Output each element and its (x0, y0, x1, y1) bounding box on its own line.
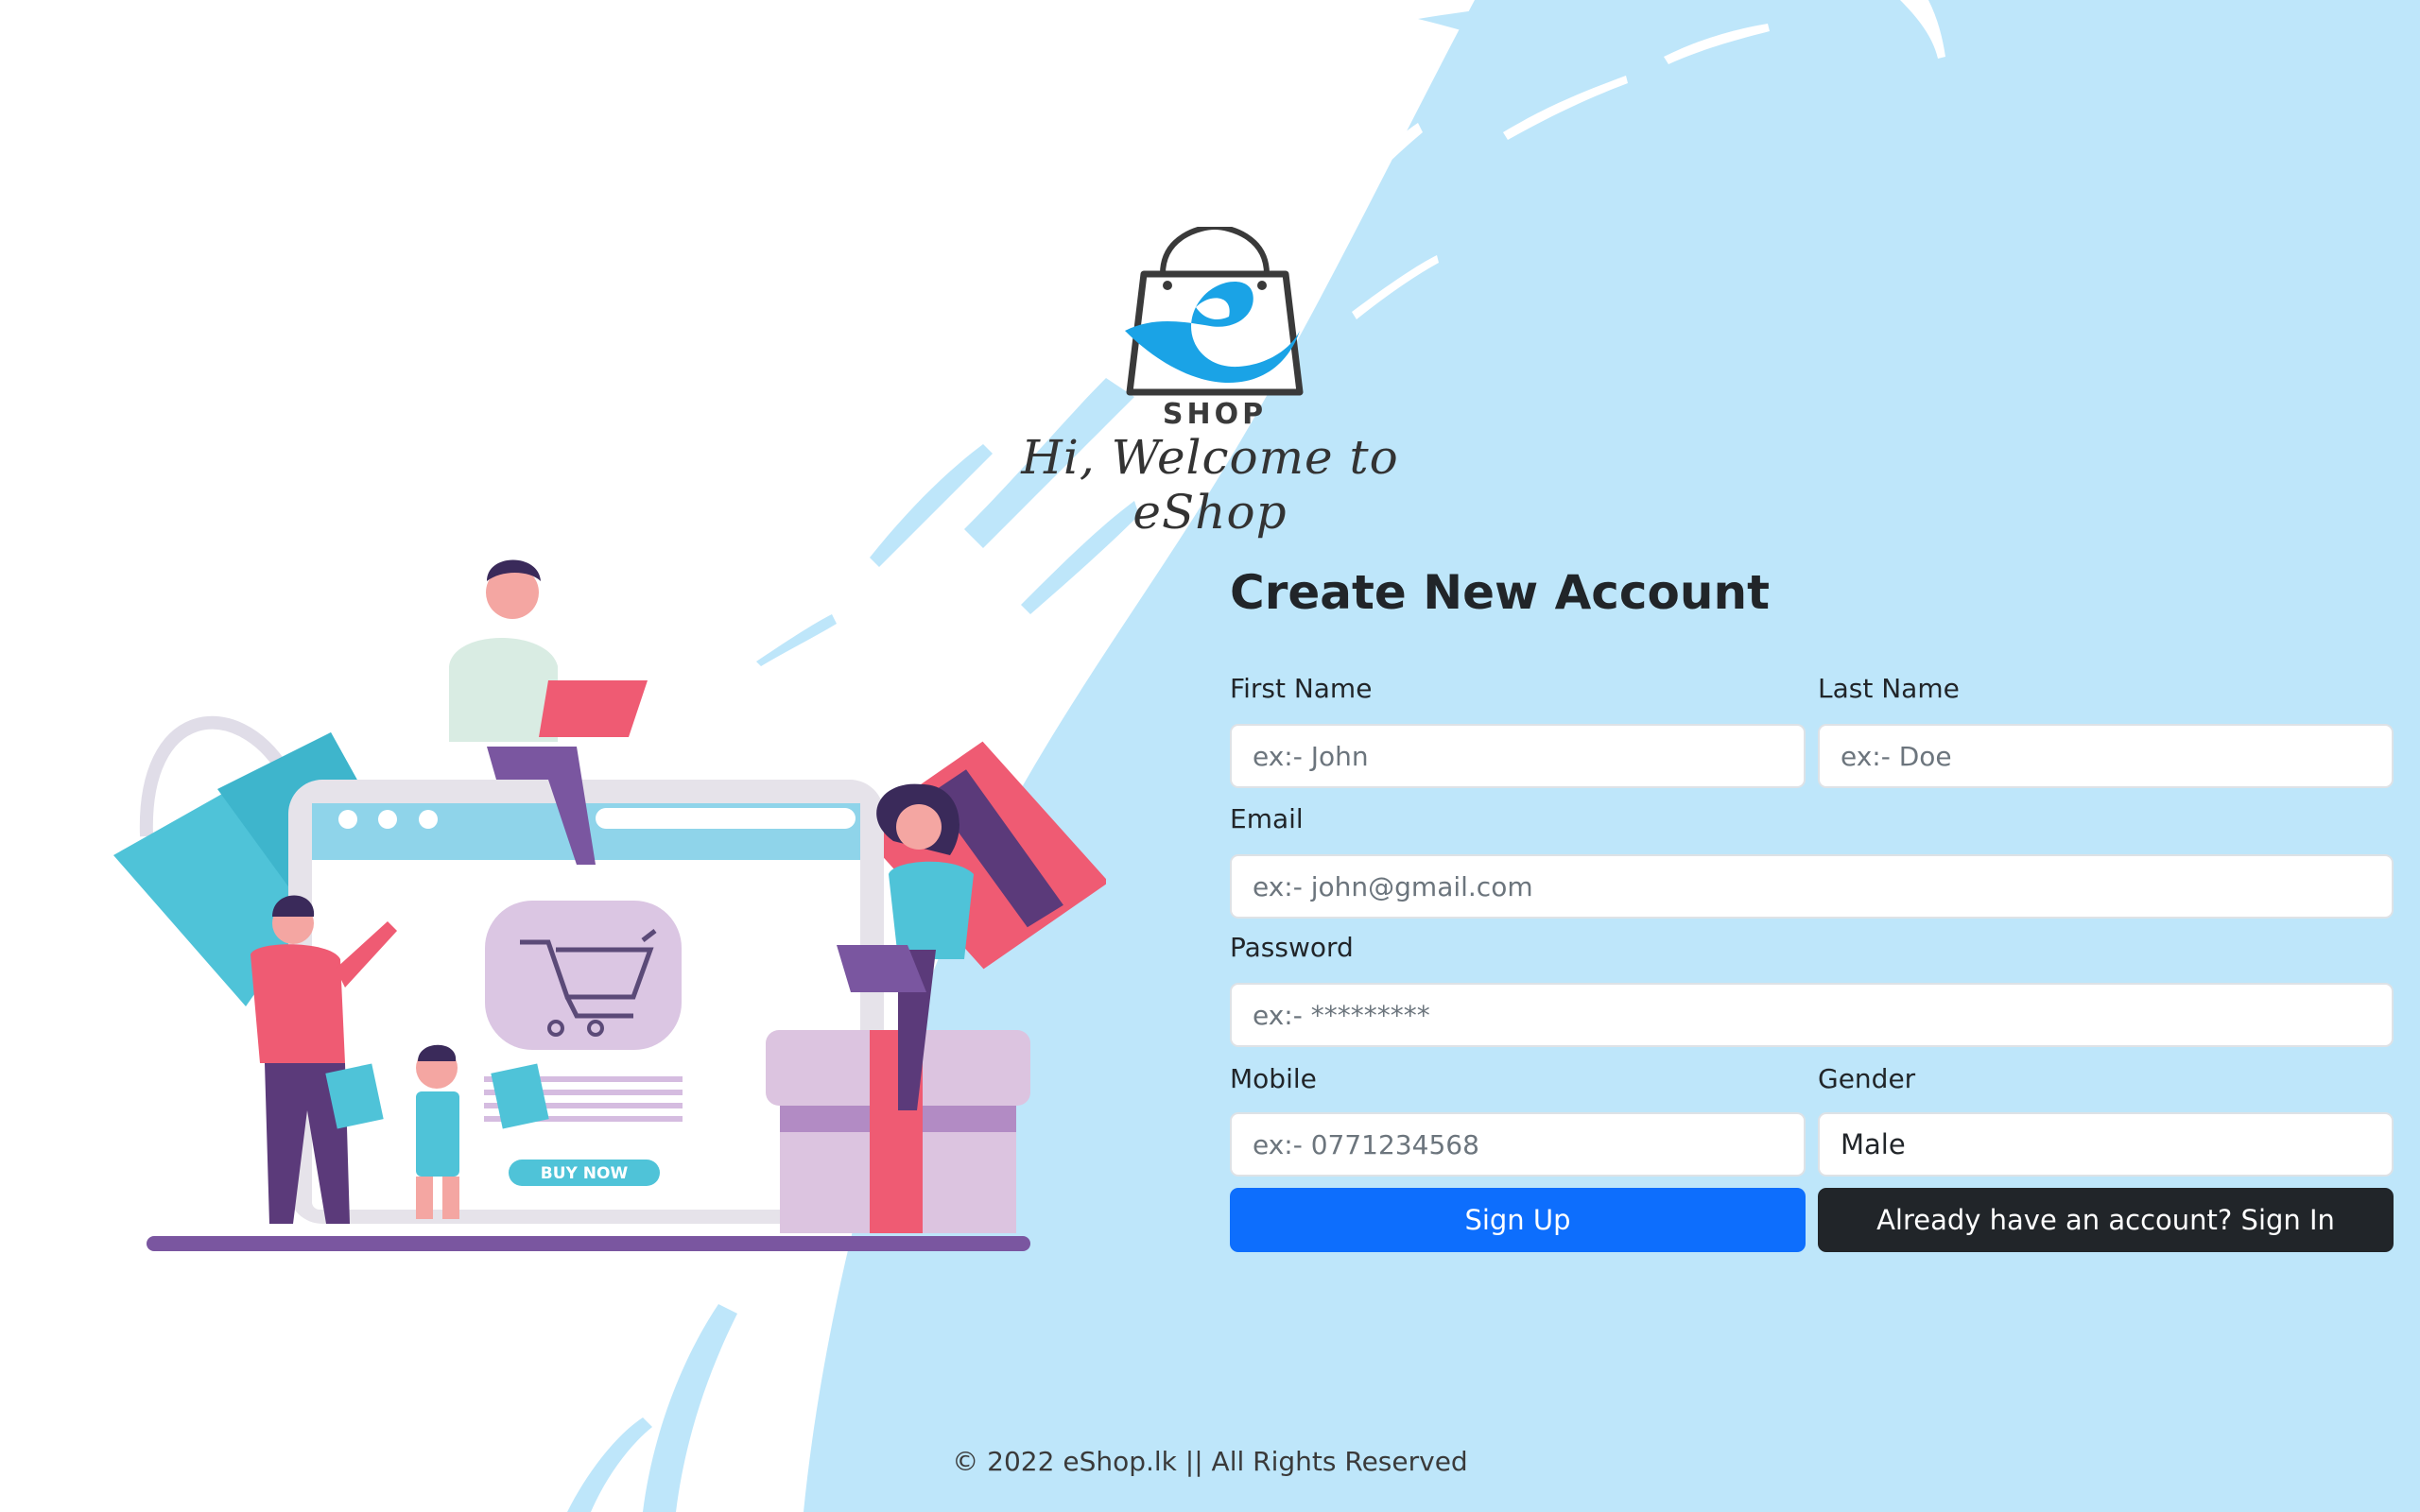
password-input[interactable] (1230, 983, 2394, 1047)
mobile-input[interactable] (1230, 1112, 1806, 1177)
welcome-heading: Hi, Welcome to eShop (1021, 430, 1399, 540)
form-title: Create New Account (1230, 565, 1770, 620)
sign-in-button[interactable]: Already have an account? Sign In (1818, 1188, 2394, 1252)
footer-copyright: © 2022 eShop.lk || All Rights Reserved (952, 1446, 1468, 1477)
mobile-label: Mobile (1230, 1063, 1317, 1094)
shopping-illustration: BUY NOW (113, 559, 1106, 1251)
password-label: Password (1230, 932, 1354, 963)
first-name-label: First Name (1230, 673, 1373, 704)
gender-label: Gender (1818, 1063, 1916, 1094)
last-name-input[interactable] (1818, 724, 2394, 788)
sign-up-button[interactable]: Sign Up (1230, 1188, 1806, 1252)
email-input[interactable] (1230, 854, 2394, 919)
buy-now-label: BUY NOW (541, 1164, 629, 1183)
email-label: Email (1230, 803, 1304, 834)
logo-text: SHOP (1163, 398, 1267, 430)
gender-select[interactable]: Male (1818, 1112, 2394, 1177)
last-name-label: Last Name (1818, 673, 1960, 704)
eshop-logo: SHOP (1125, 227, 1304, 430)
first-name-input[interactable] (1230, 724, 1806, 788)
gender-select-value: Male (1841, 1128, 1906, 1160)
